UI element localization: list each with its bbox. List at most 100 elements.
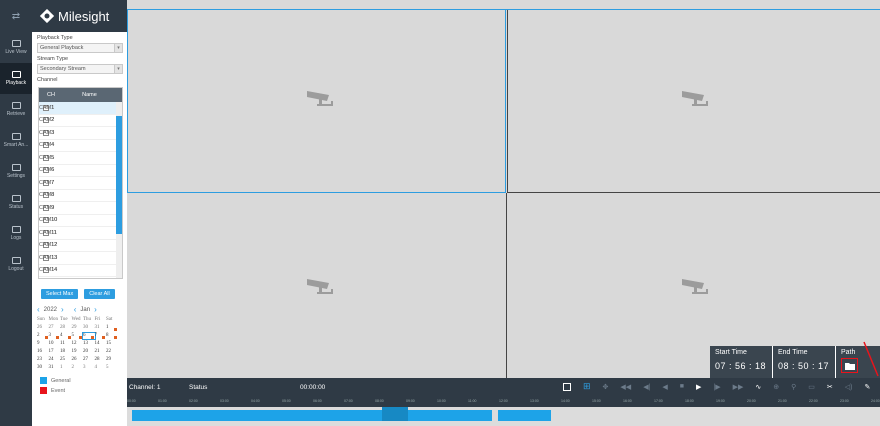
channel-scrollbar[interactable] (116, 102, 122, 278)
audio-icon[interactable]: ◁) (845, 383, 853, 391)
calendar-day[interactable]: 29 (106, 357, 118, 363)
single-layout-icon[interactable] (563, 382, 571, 391)
snapshot-icon[interactable]: ▭ (808, 383, 815, 391)
calendar-day[interactable]: 17 (49, 349, 61, 355)
calendar-day[interactable]: 13 (83, 341, 95, 347)
frame-back-icon[interactable]: ✥ (603, 383, 609, 391)
stream-type-select[interactable]: Secondary Stream ▾ (37, 64, 123, 74)
nav-item-status[interactable]: Status (0, 187, 32, 218)
next-year-icon[interactable]: › (61, 305, 64, 314)
calendar-day[interactable]: 15 (106, 341, 118, 347)
channel-row[interactable]: 8 CAM8 (39, 190, 116, 202)
nav-item-retrieve[interactable]: Retrieve (0, 94, 32, 125)
calendar-day[interactable]: 2 (72, 365, 84, 371)
channel-row[interactable]: 6 CAM6 (39, 165, 116, 177)
channel-row[interactable]: ✓ 1 CAM1 (39, 102, 116, 115)
channel-row[interactable]: 15CAM15 (39, 277, 116, 278)
calendar-day[interactable]: 23 (37, 357, 49, 363)
play-icon[interactable]: ▶ (696, 383, 701, 391)
fast-forward-icon[interactable]: ▶▶ (733, 383, 744, 391)
calendar-day[interactable]: 28 (95, 357, 107, 363)
end-time-value[interactable]: 08 : 50 : 17 (778, 361, 835, 371)
camera-placeholder-icon (307, 279, 333, 294)
calendar-day[interactable]: 24 (49, 357, 61, 363)
calendar-day[interactable]: 28 (60, 325, 72, 331)
calendar-day[interactable]: 2 (37, 333, 49, 339)
calendar-day[interactable]: 27 (83, 357, 95, 363)
channel-row[interactable]: 12 CAM12 (39, 240, 116, 252)
calendar-day[interactable]: 26 (37, 325, 49, 331)
prev-year-icon[interactable]: ‹ (37, 305, 40, 314)
calendar-day[interactable]: 25 (60, 357, 72, 363)
calendar-day[interactable]: 29 (72, 325, 84, 331)
calendar-day[interactable]: 5 (106, 365, 118, 371)
clip-icon[interactable]: ✂ (827, 383, 833, 391)
calendar-day[interactable]: 27 (49, 325, 61, 331)
reverse-play-icon[interactable]: ◀ (662, 383, 667, 391)
general-record-segment[interactable] (132, 410, 492, 421)
calendar-day[interactable]: 3 (49, 333, 61, 339)
calendar-day[interactable]: 9 (37, 341, 49, 347)
start-time-value[interactable]: 07 : 56 : 18 (715, 361, 772, 371)
clear-all-button[interactable]: Clear All (84, 289, 115, 299)
channel-row[interactable]: 7 CAM7 (39, 177, 116, 190)
calendar-day[interactable]: 31 (95, 325, 107, 331)
calendar-day[interactable]: 7 (95, 333, 107, 339)
calendar-day[interactable]: 3 (83, 365, 95, 371)
calendar-day[interactable]: 8 (106, 333, 118, 339)
calendar-day[interactable]: 20 (83, 349, 95, 355)
calendar-day[interactable]: 4 (95, 365, 107, 371)
channel-row[interactable]: 2 CAM2 (39, 115, 116, 127)
zoom-icon[interactable]: ⊕ (773, 383, 779, 391)
nav-item-settings[interactable]: Settings (0, 156, 32, 187)
general-record-segment[interactable] (498, 410, 551, 421)
calendar-day[interactable]: 12 (72, 341, 84, 347)
calendar-day[interactable]: 21 (95, 349, 107, 355)
nav-item-playback[interactable]: Playback (0, 63, 32, 94)
calendar-day[interactable]: 31 (49, 365, 61, 371)
channel-row[interactable]: 4 CAM4 (39, 140, 116, 152)
calendar-day[interactable]: 5 (72, 333, 84, 339)
prev-month-icon[interactable]: ‹ (74, 305, 77, 314)
calendar-day[interactable]: 6 (82, 332, 96, 340)
nav-item-logs[interactable]: Logs (0, 218, 32, 249)
channel-row[interactable]: 11 CAM11 (39, 227, 116, 240)
calendar-day[interactable]: 18 (60, 349, 72, 355)
calendar-day[interactable]: 14 (95, 341, 107, 347)
calendar-day[interactable]: 16 (37, 349, 49, 355)
channel-row[interactable]: 9 CAM9 (39, 202, 116, 215)
calendar-day[interactable]: 4 (60, 333, 72, 339)
channel-row[interactable]: 3 CAM3 (39, 127, 116, 140)
timeline[interactable] (127, 407, 880, 426)
calendar-day[interactable]: 1 (106, 325, 118, 331)
search-icon[interactable]: ⚲ (791, 383, 796, 391)
next-month-icon[interactable]: › (94, 305, 97, 314)
channel-row[interactable]: 14 CAM14 (39, 265, 116, 277)
calendar-day[interactable]: 26 (72, 357, 84, 363)
nav-item-live-view[interactable]: Live View (0, 32, 32, 63)
stop-icon[interactable]: ■ (680, 383, 684, 390)
step-forward-icon[interactable]: |▶ (713, 383, 720, 391)
menu-toggle-icon[interactable]: ⇄ (0, 0, 32, 32)
speed-icon[interactable]: ∿ (755, 383, 761, 391)
selected-clip-segment[interactable] (382, 407, 408, 421)
folder-button[interactable] (841, 358, 858, 373)
calendar-day[interactable]: 19 (72, 349, 84, 355)
calendar-day[interactable]: 30 (83, 325, 95, 331)
channel-row[interactable]: 5 CAM5 (39, 152, 116, 165)
fast-backward-icon[interactable]: ◀◀ (620, 383, 631, 391)
channel-row[interactable]: 13 CAM13 (39, 252, 116, 265)
calendar-day[interactable]: 22 (106, 349, 118, 355)
calendar-day[interactable]: 30 (37, 365, 49, 371)
nav-item-smart-analysis[interactable]: Smart An... (0, 125, 32, 156)
calendar-day[interactable]: 10 (49, 341, 61, 347)
nav-item-logout[interactable]: Logout (0, 249, 32, 280)
calendar-day[interactable]: 1 (60, 365, 72, 371)
edit-icon[interactable]: ✎ (865, 383, 871, 391)
grid-layout-icon[interactable]: ⊞ (583, 381, 591, 392)
calendar-day[interactable]: 11 (60, 341, 72, 347)
select-max-button[interactable]: Select Max (41, 289, 79, 299)
playback-type-select[interactable]: General Playback ▾ (37, 43, 123, 53)
channel-row[interactable]: 10 CAM10 (39, 215, 116, 227)
step-back-icon[interactable]: ◀| (643, 383, 650, 391)
